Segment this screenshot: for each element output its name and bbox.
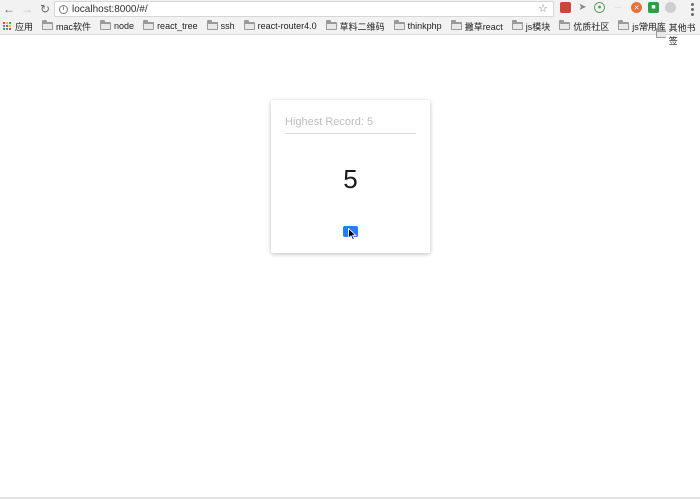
arrow-left-icon: ← — [3, 2, 15, 16]
counter-value: 5 — [343, 164, 358, 194]
bookmark-label: 应用 — [15, 21, 34, 32]
extension-text-icon[interactable]: ··· — [611, 2, 625, 13]
extensions-area: ➤ ● ··· ✕ ■ — [560, 2, 676, 13]
bookmark-folder[interactable]: mac软件 — [42, 20, 91, 33]
star-icon[interactable]: ☆ — [538, 3, 548, 15]
bookmarks-bar: 应用 mac软件 node react_tree ssh react-route… — [0, 18, 700, 46]
bookmark-label: node — [114, 21, 135, 31]
bookmark-label: react-router4.0 — [257, 21, 317, 31]
extension-orange-icon[interactable]: ✕ — [631, 2, 642, 13]
bookmark-label: 优质社区 — [573, 21, 610, 32]
folder-icon — [100, 20, 112, 30]
arrow-right-icon: → — [21, 2, 33, 16]
folder-icon — [656, 28, 666, 38]
bookmark-label: ssh — [220, 21, 235, 31]
bookmark-apps[interactable]: 应用 — [3, 20, 33, 33]
bookmark-folder[interactable]: js模块 — [511, 20, 551, 33]
folder-icon — [450, 20, 462, 30]
bookmark-folder[interactable]: ssh — [206, 20, 235, 31]
reload-button[interactable]: ↻ — [36, 0, 54, 18]
folder-icon — [393, 20, 405, 30]
bookmark-label: thinkphp — [407, 21, 442, 31]
bookmark-label: mac软件 — [56, 21, 92, 32]
folder-icon — [559, 20, 571, 30]
back-button[interactable]: ← — [0, 0, 18, 18]
counter-card: Highest Record: 5 5 — [271, 100, 430, 253]
apps-grid-icon — [3, 21, 12, 31]
increment-button[interactable] — [343, 226, 358, 237]
bookmark-label: 其他书签 — [668, 23, 696, 46]
url-text: localhost:8000/#/ — [72, 3, 148, 15]
reload-icon: ↻ — [39, 2, 51, 16]
forward-button[interactable]: → — [18, 0, 36, 18]
highest-record: Highest Record: 5 — [285, 116, 416, 134]
play-icon — [348, 229, 353, 234]
address-bar[interactable]: i localhost:8000/#/ ☆ — [54, 1, 554, 17]
bookmarks-overflow-chevron[interactable]: » — [643, 20, 649, 31]
extension-green-square-icon[interactable]: ■ — [648, 2, 659, 13]
folder-icon — [206, 20, 218, 30]
bookmark-label: 草料二维码 — [339, 21, 385, 32]
bookmark-folder[interactable]: node — [100, 20, 135, 31]
highest-record-label: Highest Record: — [285, 116, 364, 128]
folder-icon — [325, 20, 337, 30]
bookmark-folder[interactable]: 草料二维码 — [325, 20, 385, 33]
folder-icon — [511, 20, 523, 30]
bookmark-folder[interactable]: thinkphp — [393, 20, 442, 31]
folder-icon — [618, 20, 630, 30]
bookmark-folder[interactable]: 撇草react — [450, 20, 503, 33]
bookmark-label: js模块 — [525, 21, 551, 32]
bookmark-other-folder[interactable]: 其他书签 — [656, 21, 700, 47]
highest-record-value: 5 — [366, 116, 374, 128]
bookmark-folder[interactable]: react-router4.0 — [243, 20, 317, 31]
menu-kebab-icon[interactable] — [691, 3, 694, 16]
folder-icon — [143, 20, 155, 30]
info-icon[interactable]: i — [59, 4, 68, 14]
extension-green-circle-icon[interactable]: ● — [594, 2, 605, 13]
extension-red-icon[interactable] — [560, 2, 571, 13]
bookmark-label: 撇草react — [464, 21, 503, 32]
browser-toolbar: ← → ↻ i localhost:8000/#/ ☆ ➤ ● ··· ✕ ■ — [0, 0, 700, 18]
bookmark-folder[interactable]: 优质社区 — [559, 20, 609, 33]
folder-icon — [42, 20, 54, 30]
extension-send-icon[interactable]: ➤ — [577, 2, 588, 13]
bookmark-folder[interactable]: react_tree — [143, 20, 198, 31]
folder-icon — [243, 20, 255, 30]
bookmark-label: react_tree — [157, 21, 198, 31]
extension-gray-icon[interactable] — [665, 2, 676, 13]
